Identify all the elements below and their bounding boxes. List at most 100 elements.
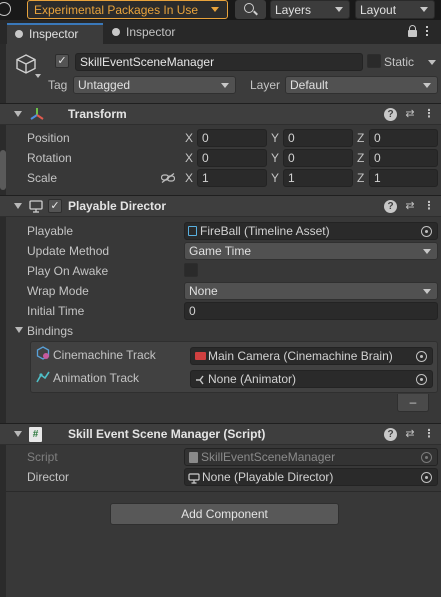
- position-x-input[interactable]: 0: [197, 129, 267, 147]
- animation-binding-field[interactable]: None (Animator): [190, 370, 433, 388]
- rotation-x-input[interactable]: 0: [197, 149, 267, 167]
- rotation-x-value: 0: [202, 151, 209, 165]
- more-icon[interactable]: ⋮: [422, 199, 436, 213]
- animator-icon: [195, 374, 207, 386]
- link-icon[interactable]: [160, 172, 176, 183]
- playable-director-enabled-checkbox[interactable]: ✓: [48, 199, 62, 213]
- object-picker-icon[interactable]: [421, 472, 432, 483]
- foldout-arrow-icon[interactable]: [15, 327, 23, 333]
- update-method-value: Game Time: [189, 244, 252, 258]
- more-icon[interactable]: ⋮: [422, 427, 436, 441]
- script-component-header[interactable]: # Skill Event Scene Manager (Script) ? ⇄…: [0, 423, 441, 445]
- scale-label: Scale: [27, 171, 58, 185]
- add-component-label: Add Component: [181, 507, 268, 521]
- lock-icon-shackle: [409, 25, 416, 31]
- bindings-label[interactable]: Bindings: [27, 323, 73, 339]
- position-x-label[interactable]: X: [185, 130, 193, 146]
- gameobject-name: SkillEventSceneManager: [80, 55, 215, 69]
- lock-icon[interactable]: [408, 30, 417, 37]
- gameobject-cube-icon: [15, 53, 36, 74]
- remove-label: –: [409, 395, 417, 409]
- layers-dropdown[interactable]: Layers: [270, 0, 350, 19]
- menu-icon[interactable]: [426, 26, 428, 36]
- scrollbar-thumb[interactable]: [0, 150, 6, 190]
- wrap-mode-dropdown[interactable]: None: [184, 282, 438, 300]
- remove-binding-button[interactable]: –: [397, 394, 429, 412]
- script-component-title: Skill Event Scene Manager (Script): [68, 427, 266, 441]
- help-icon[interactable]: ?: [384, 428, 397, 441]
- foldout-arrow-icon: [14, 111, 22, 117]
- add-component-button[interactable]: Add Component: [110, 503, 339, 525]
- animation-track-label: Animation Track: [53, 371, 140, 385]
- layer-dropdown[interactable]: Default: [285, 76, 438, 94]
- playable-director-icon: [29, 200, 43, 213]
- position-y-label[interactable]: Y: [271, 130, 279, 146]
- cinemachine-binding-value: Main Camera (Cinemachine Brain): [208, 349, 393, 363]
- timeline-asset-icon: [188, 226, 197, 236]
- play-on-awake-label: Play On Awake: [27, 264, 109, 278]
- initial-time-input[interactable]: 0: [184, 302, 438, 320]
- camera-icon: [195, 352, 206, 360]
- object-picker-icon[interactable]: [421, 226, 432, 237]
- scale-x-label[interactable]: X: [185, 170, 193, 186]
- position-y-value: 0: [288, 131, 295, 145]
- position-x-value: 0: [202, 131, 209, 145]
- director-value: None (Playable Director): [202, 470, 334, 484]
- preset-icon[interactable]: ⇄: [403, 107, 417, 121]
- cinemachine-binding-field[interactable]: Main Camera (Cinemachine Brain): [190, 347, 433, 365]
- inspector-icon: [15, 30, 23, 38]
- rotation-y-label[interactable]: Y: [271, 150, 279, 166]
- rotation-z-input[interactable]: 0: [369, 149, 438, 167]
- tag-label: Tag: [48, 78, 68, 92]
- scale-z-label[interactable]: Z: [357, 170, 364, 186]
- inspector-icon: [112, 28, 120, 36]
- playable-object-field[interactable]: FireBall (Timeline Asset): [184, 222, 438, 240]
- initial-time-label: Initial Time: [27, 304, 85, 318]
- director-object-field[interactable]: None (Playable Director): [184, 468, 438, 486]
- position-y-input[interactable]: 0: [283, 129, 353, 147]
- help-icon[interactable]: ?: [384, 108, 397, 121]
- rotation-x-label[interactable]: X: [185, 150, 193, 166]
- tag-value: Untagged: [78, 78, 131, 92]
- position-z-label[interactable]: Z: [357, 130, 364, 146]
- experimental-packages-label: Experimental Packages In Use: [34, 3, 199, 17]
- scale-z-value: 1: [374, 171, 381, 185]
- playable-label: Playable: [27, 224, 74, 238]
- layout-dropdown[interactable]: Layout: [355, 0, 435, 19]
- chevron-down-icon[interactable]: [428, 60, 436, 65]
- preset-icon[interactable]: ⇄: [403, 427, 417, 441]
- scale-x-input[interactable]: 1: [197, 169, 267, 187]
- tab-inspector-active[interactable]: Inspector: [7, 23, 103, 44]
- script-value: SkillEventSceneManager: [201, 450, 336, 464]
- playable-director-header[interactable]: ✓ Playable Director ? ⇄ ⋮: [0, 195, 441, 217]
- more-icon[interactable]: ⋮: [422, 107, 436, 121]
- gameobject-name-input[interactable]: SkillEventSceneManager: [75, 53, 363, 71]
- rotation-z-value: 0: [374, 151, 381, 165]
- static-checkbox[interactable]: [367, 54, 381, 68]
- experimental-packages-button[interactable]: Experimental Packages In Use: [27, 0, 228, 19]
- scale-y-label[interactable]: Y: [271, 170, 279, 186]
- position-z-input[interactable]: 0: [369, 129, 438, 147]
- position-z-value: 0: [374, 131, 381, 145]
- chevron-down-icon: [420, 7, 428, 12]
- search-button[interactable]: [235, 0, 266, 19]
- script-label: Script: [27, 450, 58, 464]
- preset-icon[interactable]: ⇄: [403, 199, 417, 213]
- help-icon[interactable]: ?: [384, 200, 397, 213]
- layout-label: Layout: [360, 3, 397, 17]
- chevron-down-icon[interactable]: [35, 74, 41, 78]
- rotation-y-input[interactable]: 0: [283, 149, 353, 167]
- chevron-down-icon: [335, 7, 343, 12]
- update-method-dropdown[interactable]: Game Time: [184, 242, 438, 260]
- play-on-awake-checkbox[interactable]: [184, 263, 198, 277]
- scale-z-input[interactable]: 1: [369, 169, 438, 187]
- tag-dropdown[interactable]: Untagged: [73, 76, 236, 94]
- scrollbar[interactable]: [0, 44, 6, 597]
- gameobject-active-checkbox[interactable]: ✓: [55, 54, 69, 68]
- scale-y-input[interactable]: 1: [283, 169, 353, 187]
- tab-inspector[interactable]: Inspector: [104, 23, 200, 44]
- transform-header[interactable]: Transform ? ⇄ ⋮: [0, 103, 441, 125]
- rotation-z-label[interactable]: Z: [357, 150, 364, 166]
- object-picker-icon[interactable]: [416, 374, 427, 385]
- object-picker-icon[interactable]: [416, 351, 427, 362]
